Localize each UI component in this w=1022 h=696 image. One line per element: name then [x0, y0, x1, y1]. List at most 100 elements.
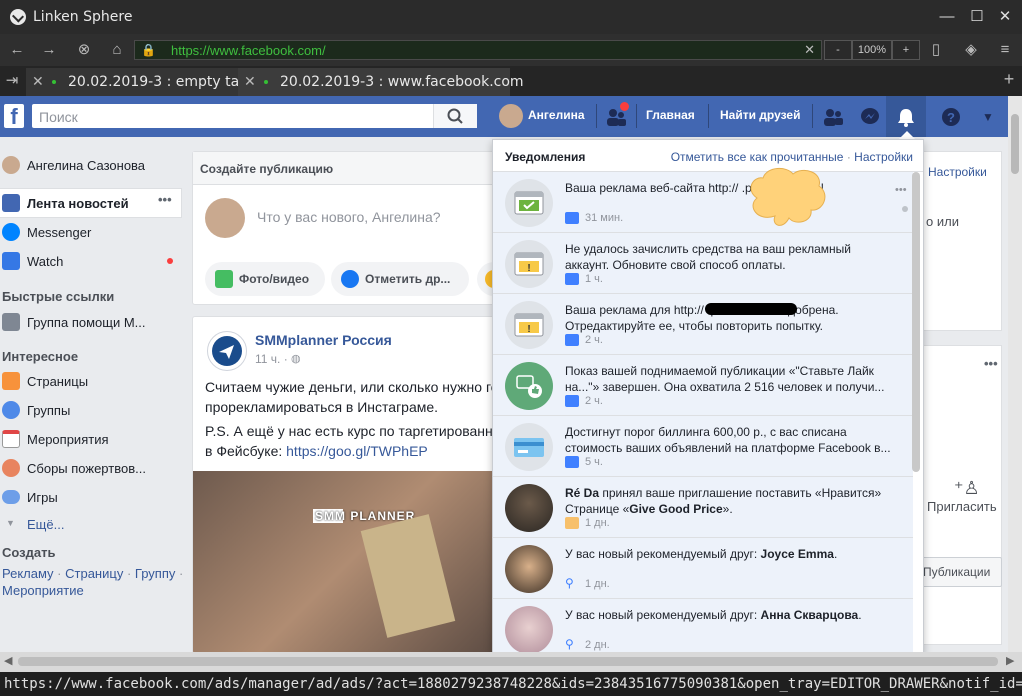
photo-video-button[interactable]: Фото/видео — [205, 262, 325, 296]
help-icon[interactable]: ? — [940, 106, 962, 128]
tab-empty[interactable]: ✕ 20.02.2019-3 : empty tab — [26, 68, 248, 96]
address-bar[interactable]: 🔒 https://www.facebook.com/ ✕ — [134, 40, 822, 60]
notification-options-icon[interactable]: ••• — [895, 184, 907, 196]
scrollbar-thumb[interactable] — [1011, 114, 1019, 174]
stop-icon[interactable]: ⊗ — [75, 41, 93, 59]
publications-button[interactable]: Публикации — [918, 557, 1002, 587]
notification-item[interactable]: Ré Da принял ваше приглашение поставить … — [493, 477, 913, 538]
post-author[interactable]: SMMplanner Россия — [255, 332, 392, 348]
scroll-left-icon[interactable]: ◀ — [4, 654, 12, 667]
zoom-out-button[interactable]: - — [824, 40, 852, 60]
profile-link[interactable]: Ангелина — [528, 108, 585, 122]
scrollbar-thumb[interactable] — [18, 657, 998, 666]
new-tab-icon[interactable]: + — [1000, 70, 1018, 88]
mark-all-read-link[interactable]: Отметить все как прочитанные — [671, 150, 844, 164]
page-avatar[interactable] — [207, 331, 247, 371]
notification-item[interactable]: ! Ваша реклама для http:// .pw/ не была … — [493, 294, 913, 355]
gamepad-icon — [2, 490, 20, 504]
banknote-graphic — [360, 514, 456, 638]
clear-url-icon[interactable]: ✕ — [804, 42, 815, 58]
page-like-badge-icon — [565, 517, 579, 529]
messenger-icon[interactable] — [859, 106, 881, 128]
billing-icon — [505, 423, 553, 471]
notification-text: Показ вашей поднимаемой публикации «"Ста… — [565, 364, 885, 394]
create-event-link[interactable]: Мероприятие — [2, 583, 84, 598]
avatar — [205, 198, 245, 238]
minimize-icon[interactable]: — — [938, 8, 956, 26]
photo-icon — [215, 270, 233, 288]
right-settings-link-text[interactable]: Настройки — [928, 165, 987, 179]
close-tab-icon[interactable]: ✕ — [244, 68, 256, 96]
notifications-scrollbar-thumb[interactable] — [912, 172, 920, 472]
notification-item[interactable]: У вас новый рекомендуемый друг: Joyce Em… — [493, 538, 913, 599]
search-button[interactable] — [433, 104, 477, 128]
redaction-bar — [705, 303, 797, 315]
notification-item[interactable]: ! Не удалось зачислить средства на ваш р… — [493, 233, 913, 294]
close-window-icon[interactable]: ✕ — [996, 8, 1014, 26]
extension-icon[interactable]: ◈ — [962, 41, 980, 59]
notification-item[interactable]: Достигнут порог биллинга 600,00 р., с ва… — [493, 416, 913, 477]
ads-badge-icon — [565, 334, 579, 346]
heart-icon — [2, 459, 20, 477]
notification-item[interactable]: Показ вашей поднимаемой публикации «"Ста… — [493, 355, 913, 416]
page-scrollbar[interactable] — [1008, 96, 1022, 652]
home-icon[interactable]: ⌂ — [108, 41, 126, 59]
scroll-right-icon[interactable]: ▶ — [1006, 654, 1014, 667]
create-page-link[interactable]: Страницу — [65, 566, 123, 581]
notification-text: Достигнут порог биллинга 600,00 р., с ва… — [565, 425, 891, 455]
tab-facebook[interactable]: ✕ 20.02.2019-3 : www.facebook.com — [238, 68, 524, 96]
sidebar-item-watch[interactable]: Watch — [0, 252, 180, 272]
post-image[interactable]: SMM PLANNER — [193, 471, 501, 653]
zoom-in-button[interactable]: + — [892, 40, 920, 60]
watch-icon — [2, 252, 20, 270]
notifications-settings-link[interactable]: Настройки — [854, 150, 913, 164]
back-icon[interactable]: ← — [8, 41, 26, 59]
ad-approved-icon — [505, 179, 553, 227]
post-text-line: Считаем чужие деньги, или сколько нужно … — [205, 379, 499, 395]
notification-time: 1 ч. — [585, 273, 603, 285]
address-url[interactable]: https://www.facebook.com/ — [171, 43, 326, 58]
new-content-dot — [167, 258, 173, 264]
search-input[interactable]: Поиск — [32, 104, 477, 128]
post-link[interactable]: https://goo.gl/TWPhEP — [286, 443, 428, 459]
globe-icon: ◍ — [291, 353, 301, 365]
right-text-fragment: о или — [926, 214, 959, 229]
post-time[interactable]: 11 ч. · — [255, 352, 288, 366]
notification-text: Не удалось зачислить средства на ваш рек… — [565, 242, 851, 272]
tag-friends-label: Отметить др... — [365, 272, 451, 286]
create-links: Рекламу · Страницу · Группу · Мероприяти… — [2, 566, 184, 598]
notification-time: 2 ч. — [585, 395, 603, 407]
invite-icon[interactable]: ⁺♙ — [954, 478, 980, 499]
notification-item[interactable]: У вас новый рекомендуемый друг: Анна Скв… — [493, 599, 913, 653]
notification-text: Ré Da принял ваше приглашение поставить … — [565, 486, 882, 516]
find-friends-link[interactable]: Найти друзей — [720, 108, 800, 122]
friends-icon[interactable] — [822, 106, 844, 128]
invite-label[interactable]: Пригласить — [927, 499, 997, 514]
facebook-logo-icon[interactable]: f — [4, 104, 24, 129]
svg-text:!: ! — [527, 263, 530, 274]
home-link[interactable]: Главная — [646, 108, 695, 122]
exit-tab-icon[interactable]: ⇥ — [3, 72, 21, 90]
account-menu-icon[interactable]: ▼ — [977, 106, 999, 128]
sidebar-item-label: Messenger — [27, 225, 92, 240]
mark-read-dot[interactable] — [902, 206, 908, 212]
create-ad-link[interactable]: Рекламу — [2, 566, 54, 581]
notification-time: 2 ч. — [585, 334, 603, 346]
close-tab-icon[interactable]: ✕ — [32, 68, 44, 96]
forward-icon[interactable]: → — [40, 41, 58, 59]
horizontal-scrollbar[interactable]: ◀ ▶ — [0, 652, 1022, 672]
avatar[interactable] — [499, 104, 523, 128]
sidebar-item-label: Мероприятия — [27, 432, 109, 447]
composer-input[interactable]: Что у вас нового, Ангелина? — [257, 209, 441, 225]
menu-icon[interactable]: ≡ — [996, 41, 1014, 59]
bookmark-icon[interactable]: ▯ — [927, 41, 945, 59]
notification-item[interactable]: Ваша реклама веб-сайта http:// .pw/ одоб… — [493, 172, 913, 233]
more-options-icon[interactable]: ••• — [158, 192, 172, 207]
right-more-icon[interactable]: ••• — [984, 356, 998, 371]
tag-friends-button[interactable]: Отметить др... — [331, 262, 469, 296]
tab-label: 20.02.2019-3 : www.facebook.com — [280, 74, 524, 90]
bell-icon[interactable] — [895, 106, 917, 128]
create-group-link[interactable]: Группу — [135, 566, 175, 581]
notification-time: 2 дн. — [585, 639, 610, 651]
maximize-icon[interactable]: ☐ — [968, 8, 986, 26]
